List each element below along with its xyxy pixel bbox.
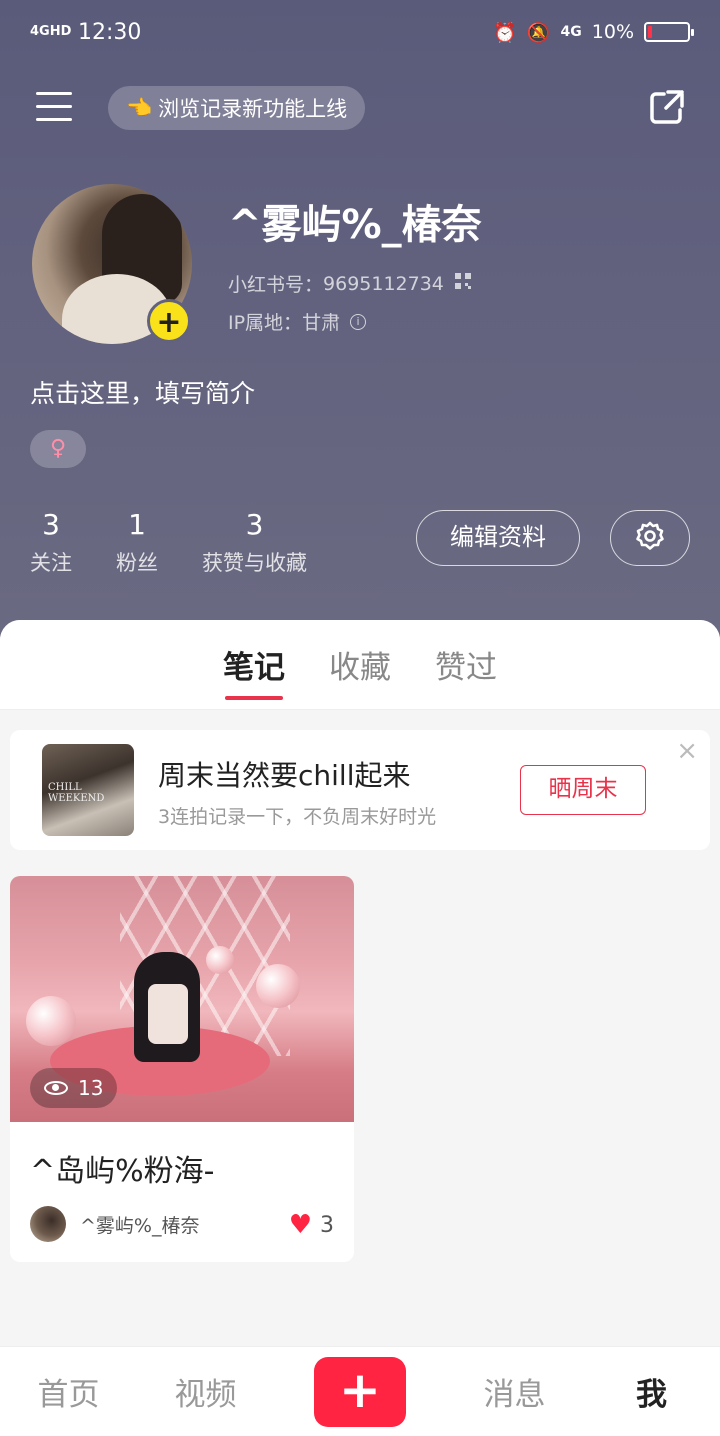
username: ^雾屿%_椿奈 (228, 202, 482, 248)
stat-following[interactable]: 3 关注 (30, 508, 72, 577)
stat-label: 获赞与收藏 (202, 551, 307, 575)
content-panel: 笔记 收藏 赞过 CHILL WEEKEND 周末当然要chill起来 3连拍记… (0, 620, 720, 1350)
stat-number: 3 (42, 508, 60, 541)
settings-button[interactable] (610, 510, 690, 566)
gender-female-icon: ♀ (30, 430, 86, 468)
user-id-value: 9695112734 (323, 272, 444, 295)
history-notice-pill[interactable]: 👈 浏览记录新功能上线 (108, 86, 366, 130)
stat-followers[interactable]: 1 粉丝 (116, 508, 158, 577)
note-title: ^岛屿%粉海- (30, 1154, 215, 1189)
author-avatar (30, 1206, 66, 1242)
note-author[interactable]: ^雾屿%_椿奈 (30, 1206, 199, 1242)
battery-fill (648, 26, 653, 38)
nav-video[interactable]: 视频 (137, 1369, 274, 1414)
add-avatar-button[interactable]: + (147, 299, 191, 343)
ip-label: IP属地： (228, 312, 303, 334)
ip-location-row: IP属地： 甘肃 i (228, 308, 367, 335)
share-weekend-button[interactable]: 晒周末 (520, 765, 646, 815)
edit-profile-button[interactable]: 编辑资料 (416, 510, 580, 566)
author-name: ^雾屿%_椿奈 (80, 1214, 200, 1237)
note-cover-image: 13 (10, 876, 354, 1122)
stat-number: 3 (245, 508, 264, 541)
tab-notes[interactable]: 笔记 (223, 642, 285, 700)
promo-title: 周末当然要chill起来 (158, 759, 411, 792)
ip-value: 甘肃 (302, 312, 341, 334)
notice-text: 浏览记录新功能上线 (158, 97, 348, 121)
close-icon[interactable]: × (676, 736, 698, 766)
nav-home[interactable]: 首页 (0, 1369, 137, 1414)
network-indicator: 4GHD (30, 24, 72, 39)
bio-prompt[interactable]: 点击这里，填写简介 (30, 374, 255, 410)
clock: 12:30 (78, 19, 142, 45)
gear-icon (635, 521, 665, 555)
qr-code-icon[interactable] (454, 272, 472, 295)
stat-number: 1 (128, 508, 146, 541)
like-button[interactable]: ♥ 3 (289, 1210, 334, 1240)
nav-messages[interactable]: 消息 (446, 1369, 583, 1414)
battery-icon (644, 22, 694, 42)
menu-icon[interactable] (36, 92, 72, 122)
view-count: 13 (78, 1076, 104, 1100)
note-card[interactable]: 13 ^岛屿%粉海- ^雾屿%_椿奈 ♥ 3 (10, 876, 354, 1262)
tab-collections[interactable]: 收藏 (329, 642, 391, 694)
nav-me[interactable]: 我 (583, 1369, 720, 1414)
share-icon[interactable] (648, 88, 686, 126)
status-bar: 4GHD 12:30 ⏰ 🔕 4G 10% (30, 14, 694, 50)
stat-label: 关注 (30, 551, 72, 575)
pointing-hand-icon: 👈 (126, 95, 153, 120)
tab-liked[interactable]: 赞过 (435, 642, 497, 694)
heart-icon: ♥ (288, 1210, 312, 1240)
weekend-promo-card[interactable]: CHILL WEEKEND 周末当然要chill起来 3连拍记录一下，不负周末好… (10, 730, 710, 850)
create-post-button[interactable]: + (314, 1356, 406, 1427)
bottom-nav: 首页 视频 + 消息 我 (0, 1346, 720, 1436)
cell-signal-label: 4G (560, 24, 582, 40)
profile-header: 4GHD 12:30 ⏰ 🔕 4G 10% 👈 浏览记录新功能上线 + ^雾屿%… (0, 0, 720, 650)
stat-likes-collects[interactable]: 3 获赞与收藏 (202, 508, 307, 577)
user-id-label: 小红书号： (228, 274, 324, 296)
profile-tabs: 笔记 收藏 赞过 (0, 620, 720, 710)
promo-subtitle: 3连拍记录一下，不负周末好时光 (158, 806, 437, 828)
promo-thumb-text: CHILL WEEKEND (48, 782, 105, 804)
info-icon[interactable]: i (350, 313, 367, 330)
promo-thumbnail: CHILL WEEKEND (42, 744, 134, 836)
user-id-row: 小红书号： 9695112734 (228, 270, 472, 297)
stat-label: 粉丝 (116, 551, 158, 575)
alarm-icon: ⏰ (493, 21, 517, 44)
eye-icon (44, 1081, 68, 1095)
like-count: 3 (320, 1212, 334, 1238)
profile-stats: 3 关注 1 粉丝 3 获赞与收藏 (30, 508, 307, 577)
view-count-badge: 13 (30, 1068, 118, 1108)
mute-icon: 🔕 (526, 21, 551, 44)
battery-percent: 10% (591, 21, 634, 43)
